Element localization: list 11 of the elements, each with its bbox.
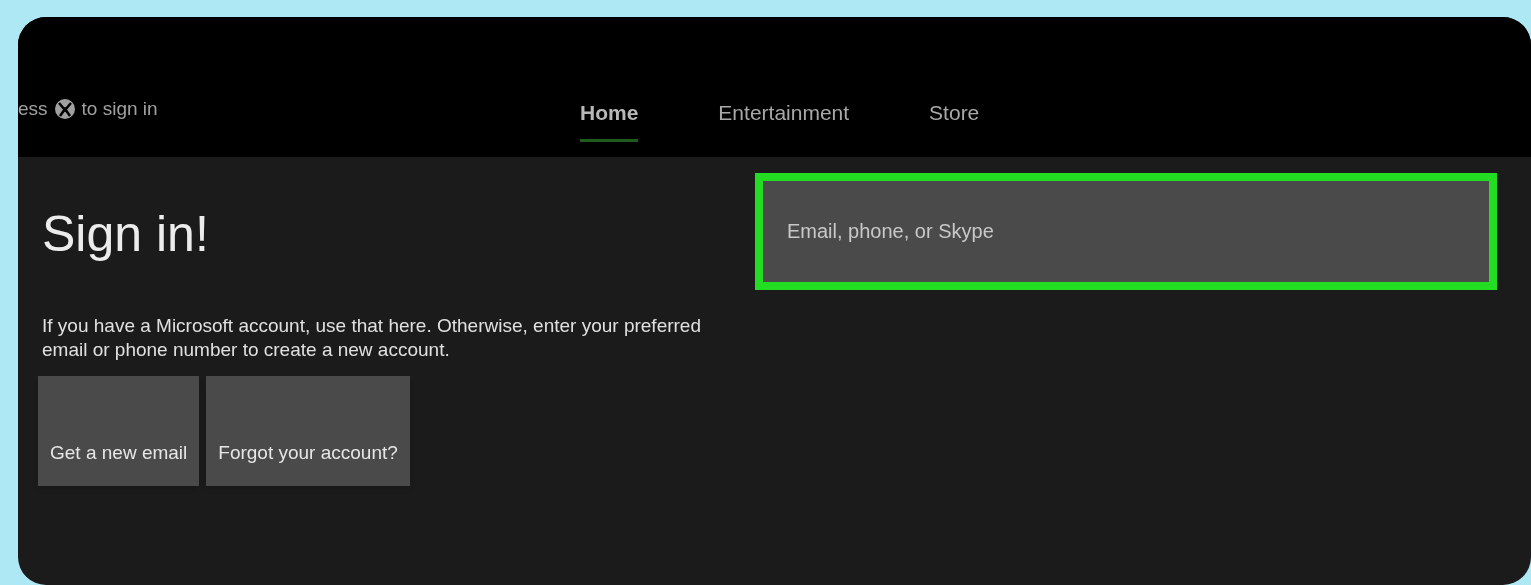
action-button[interactable]: Get a new email: [38, 376, 200, 486]
nav-tab[interactable]: Entertainment: [718, 97, 850, 142]
nav-tab[interactable]: Store: [929, 97, 980, 142]
action-button[interactable]: Forgot your account?: [206, 376, 410, 486]
sign-in-prompt: to sign in: [81, 96, 158, 121]
description-text: If you have a Microsoft account, use that here. Otherwise, enter your preferred email or phone number to create a new account.: [42, 314, 702, 362]
page-heading: Sign in!: [42, 207, 209, 262]
sign-in-prompt: ess: [18, 96, 48, 121]
nav-tab[interactable]: Home: [580, 97, 639, 142]
email-input-field[interactable]: Email, phone, or Skype: [755, 173, 1497, 290]
controller-button-icon: [53, 98, 76, 120]
